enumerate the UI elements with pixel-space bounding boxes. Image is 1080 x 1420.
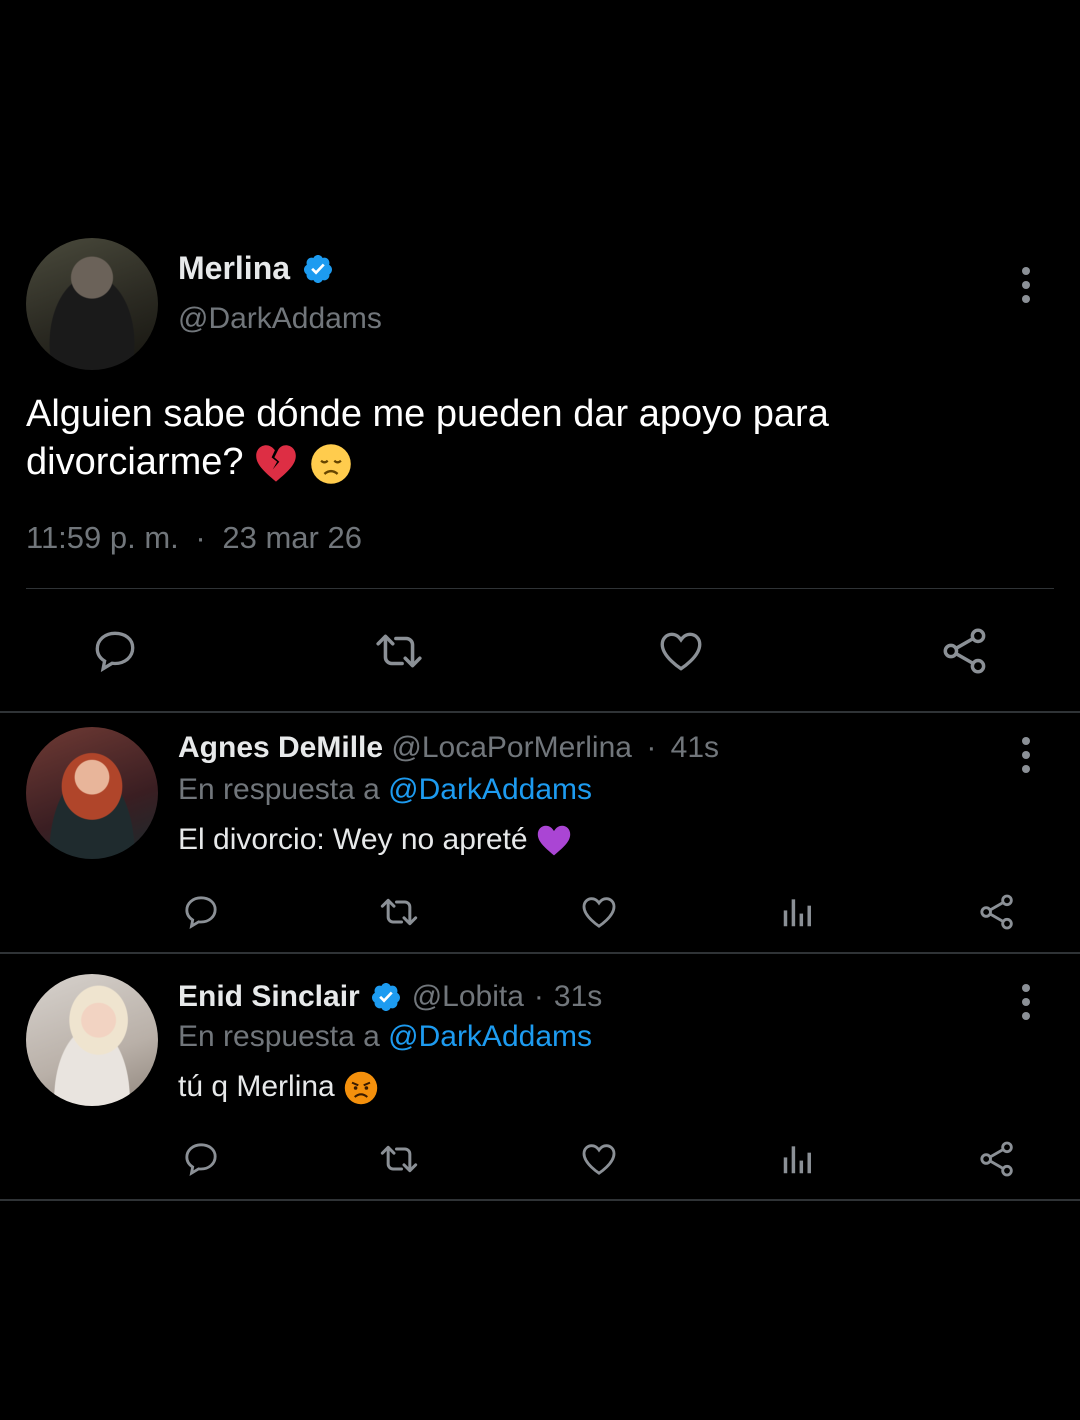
reply-author-name[interactable]: Enid Sinclair <box>178 980 360 1014</box>
share-icon[interactable] <box>976 891 1018 933</box>
tweet-timestamp: 11:59 p. m. · 23 mar 26 <box>26 520 362 555</box>
reply-context: En respuesta a @DarkAddams <box>178 773 592 806</box>
divider <box>26 588 1054 589</box>
divider <box>0 952 1080 954</box>
author-name[interactable]: Merlina <box>178 250 290 287</box>
verified-badge-icon <box>371 983 400 1011</box>
share-icon[interactable] <box>938 624 992 678</box>
retweet-icon[interactable] <box>376 891 422 933</box>
divider <box>0 1199 1080 1201</box>
reply-icon[interactable] <box>88 624 142 678</box>
retweet-icon[interactable] <box>370 624 428 678</box>
avatar-enid[interactable] <box>26 974 158 1106</box>
retweet-icon[interactable] <box>376 1138 422 1180</box>
reply-text: tú q Merlina <box>178 1070 379 1106</box>
share-icon[interactable] <box>976 1138 1018 1180</box>
avatar-merlina[interactable] <box>26 238 158 370</box>
views-icon[interactable] <box>778 1138 818 1180</box>
reply-text: El divorcio: Wey no apreté <box>178 823 572 859</box>
mention-link[interactable]: @DarkAddams <box>388 1020 592 1053</box>
more-options-icon[interactable] <box>1021 267 1031 309</box>
divider <box>0 711 1080 713</box>
purple-heart-icon <box>537 825 571 856</box>
avatar-agnes[interactable] <box>26 727 158 859</box>
reply-author-name[interactable]: Agnes DeMille <box>178 731 383 764</box>
like-icon[interactable] <box>654 624 708 678</box>
reply-author-handle[interactable]: @Lobita <box>412 980 524 1014</box>
verified-badge-icon <box>304 254 333 283</box>
more-options-icon[interactable] <box>1021 984 1031 1026</box>
like-icon[interactable] <box>578 1138 620 1180</box>
reply-icon[interactable] <box>180 1138 222 1180</box>
views-icon[interactable] <box>778 891 818 933</box>
broken-heart-icon <box>256 445 296 482</box>
disappointed-face-icon <box>310 444 351 484</box>
reply-age: 41s <box>670 731 720 764</box>
reply-author-handle[interactable]: @LocaPorMerlina <box>391 731 632 764</box>
reply-header: Enid Sinclair @Lobita · 31s <box>178 980 603 1014</box>
reply-context: En respuesta a @DarkAddams <box>178 1020 592 1053</box>
mention-link[interactable]: @DarkAddams <box>388 773 592 806</box>
reply-header: Agnes DeMille @LocaPorMerlina · 41s <box>178 731 720 764</box>
angry-face-icon <box>344 1071 378 1105</box>
more-options-icon[interactable] <box>1021 737 1031 779</box>
author-handle[interactable]: @DarkAddams <box>178 302 382 336</box>
like-icon[interactable] <box>578 891 620 933</box>
tweet-text: Alguien sabe dónde me pueden dar apoyo p… <box>26 390 1046 486</box>
reply-age: 31s <box>553 980 603 1013</box>
reply-icon[interactable] <box>180 891 222 933</box>
